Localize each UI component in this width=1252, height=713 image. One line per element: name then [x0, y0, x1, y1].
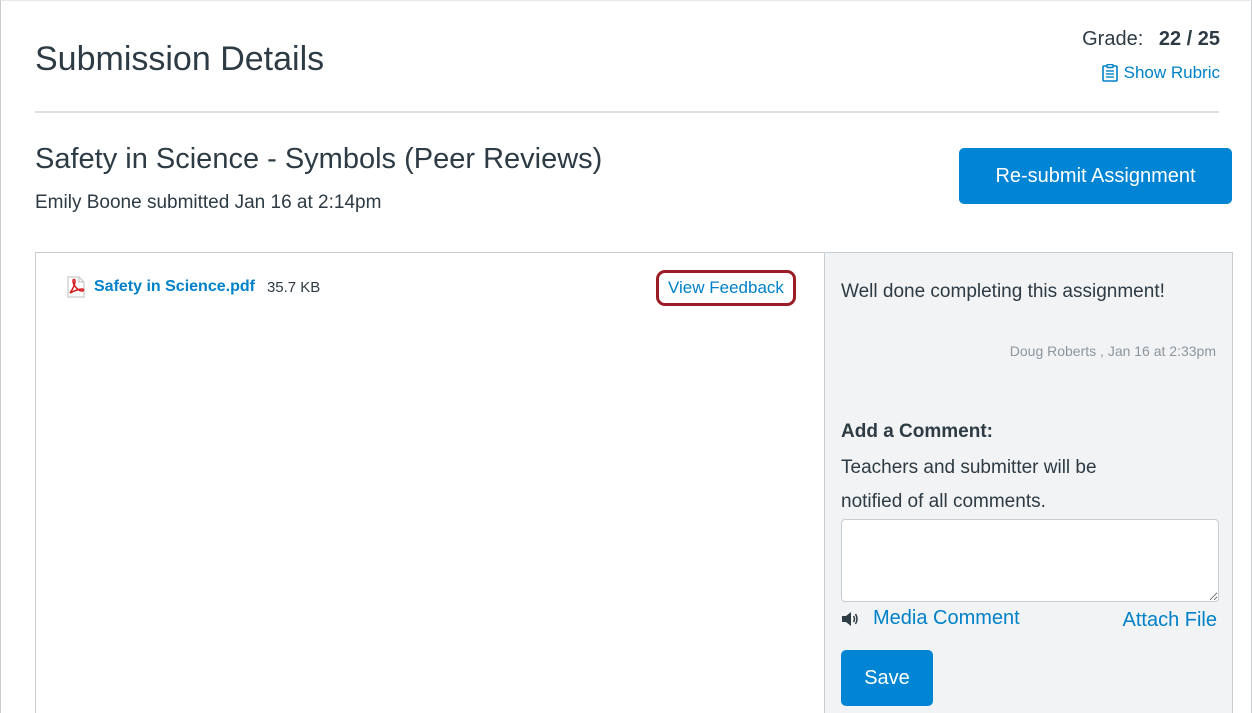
show-rubric-label: Show Rubric	[1123, 63, 1220, 82]
assignment-title: Safety in Science - Symbols (Peer Review…	[35, 143, 603, 175]
file-name-link[interactable]: Safety in Science.pdf	[94, 278, 255, 296]
grade-value: 22 / 25	[1158, 28, 1220, 50]
comments-sidebar: Well done completing this assignment! Do…	[824, 253, 1232, 713]
grade-line: Grade: 22 / 25	[1082, 25, 1220, 53]
resubmit-assignment-button[interactable]: Re-submit Assignment	[959, 148, 1232, 204]
grade-label: Grade:	[1082, 28, 1144, 50]
comment-meta: Doug Roberts , Jan 16 at 2:33pm	[1009, 343, 1216, 359]
submitted-info: Emily Boone submitted Jan 16 at 2:14pm	[35, 192, 382, 213]
file-preview-area: Safety in Science.pdf 35.7 KB View Feedb…	[36, 253, 824, 713]
submission-panel: Safety in Science.pdf 35.7 KB View Feedb…	[35, 252, 1233, 713]
page-title: Submission Details	[35, 40, 325, 78]
rubric-icon	[1101, 64, 1118, 82]
notify-text: Teachers and submitter will be notified …	[841, 457, 1097, 512]
media-comment-link[interactable]: Media Comment	[841, 607, 1020, 630]
comment-textarea[interactable]	[841, 519, 1219, 602]
show-rubric-link[interactable]: Show Rubric	[1101, 63, 1220, 83]
submission-details-page: Submission Details Grade: 22 / 25 Show R…	[0, 0, 1252, 713]
file-size: 35.7 KB	[266, 278, 321, 296]
attach-file-link[interactable]: Attach File	[1123, 609, 1217, 632]
grade-box: Grade: 22 / 25 Show Rubric	[1082, 25, 1220, 87]
pdf-icon	[67, 276, 85, 298]
comment-text: Well done completing this assignment!	[841, 281, 1165, 302]
title-divider	[35, 111, 1219, 113]
file-row: Safety in Science.pdf 35.7 KB	[66, 276, 320, 298]
media-comment-label: Media Comment	[873, 607, 1020, 629]
add-comment-heading: Add a Comment:	[841, 421, 993, 442]
view-feedback-link[interactable]: View Feedback	[656, 270, 796, 306]
speaker-icon	[842, 611, 858, 626]
save-button[interactable]: Save	[841, 650, 933, 706]
